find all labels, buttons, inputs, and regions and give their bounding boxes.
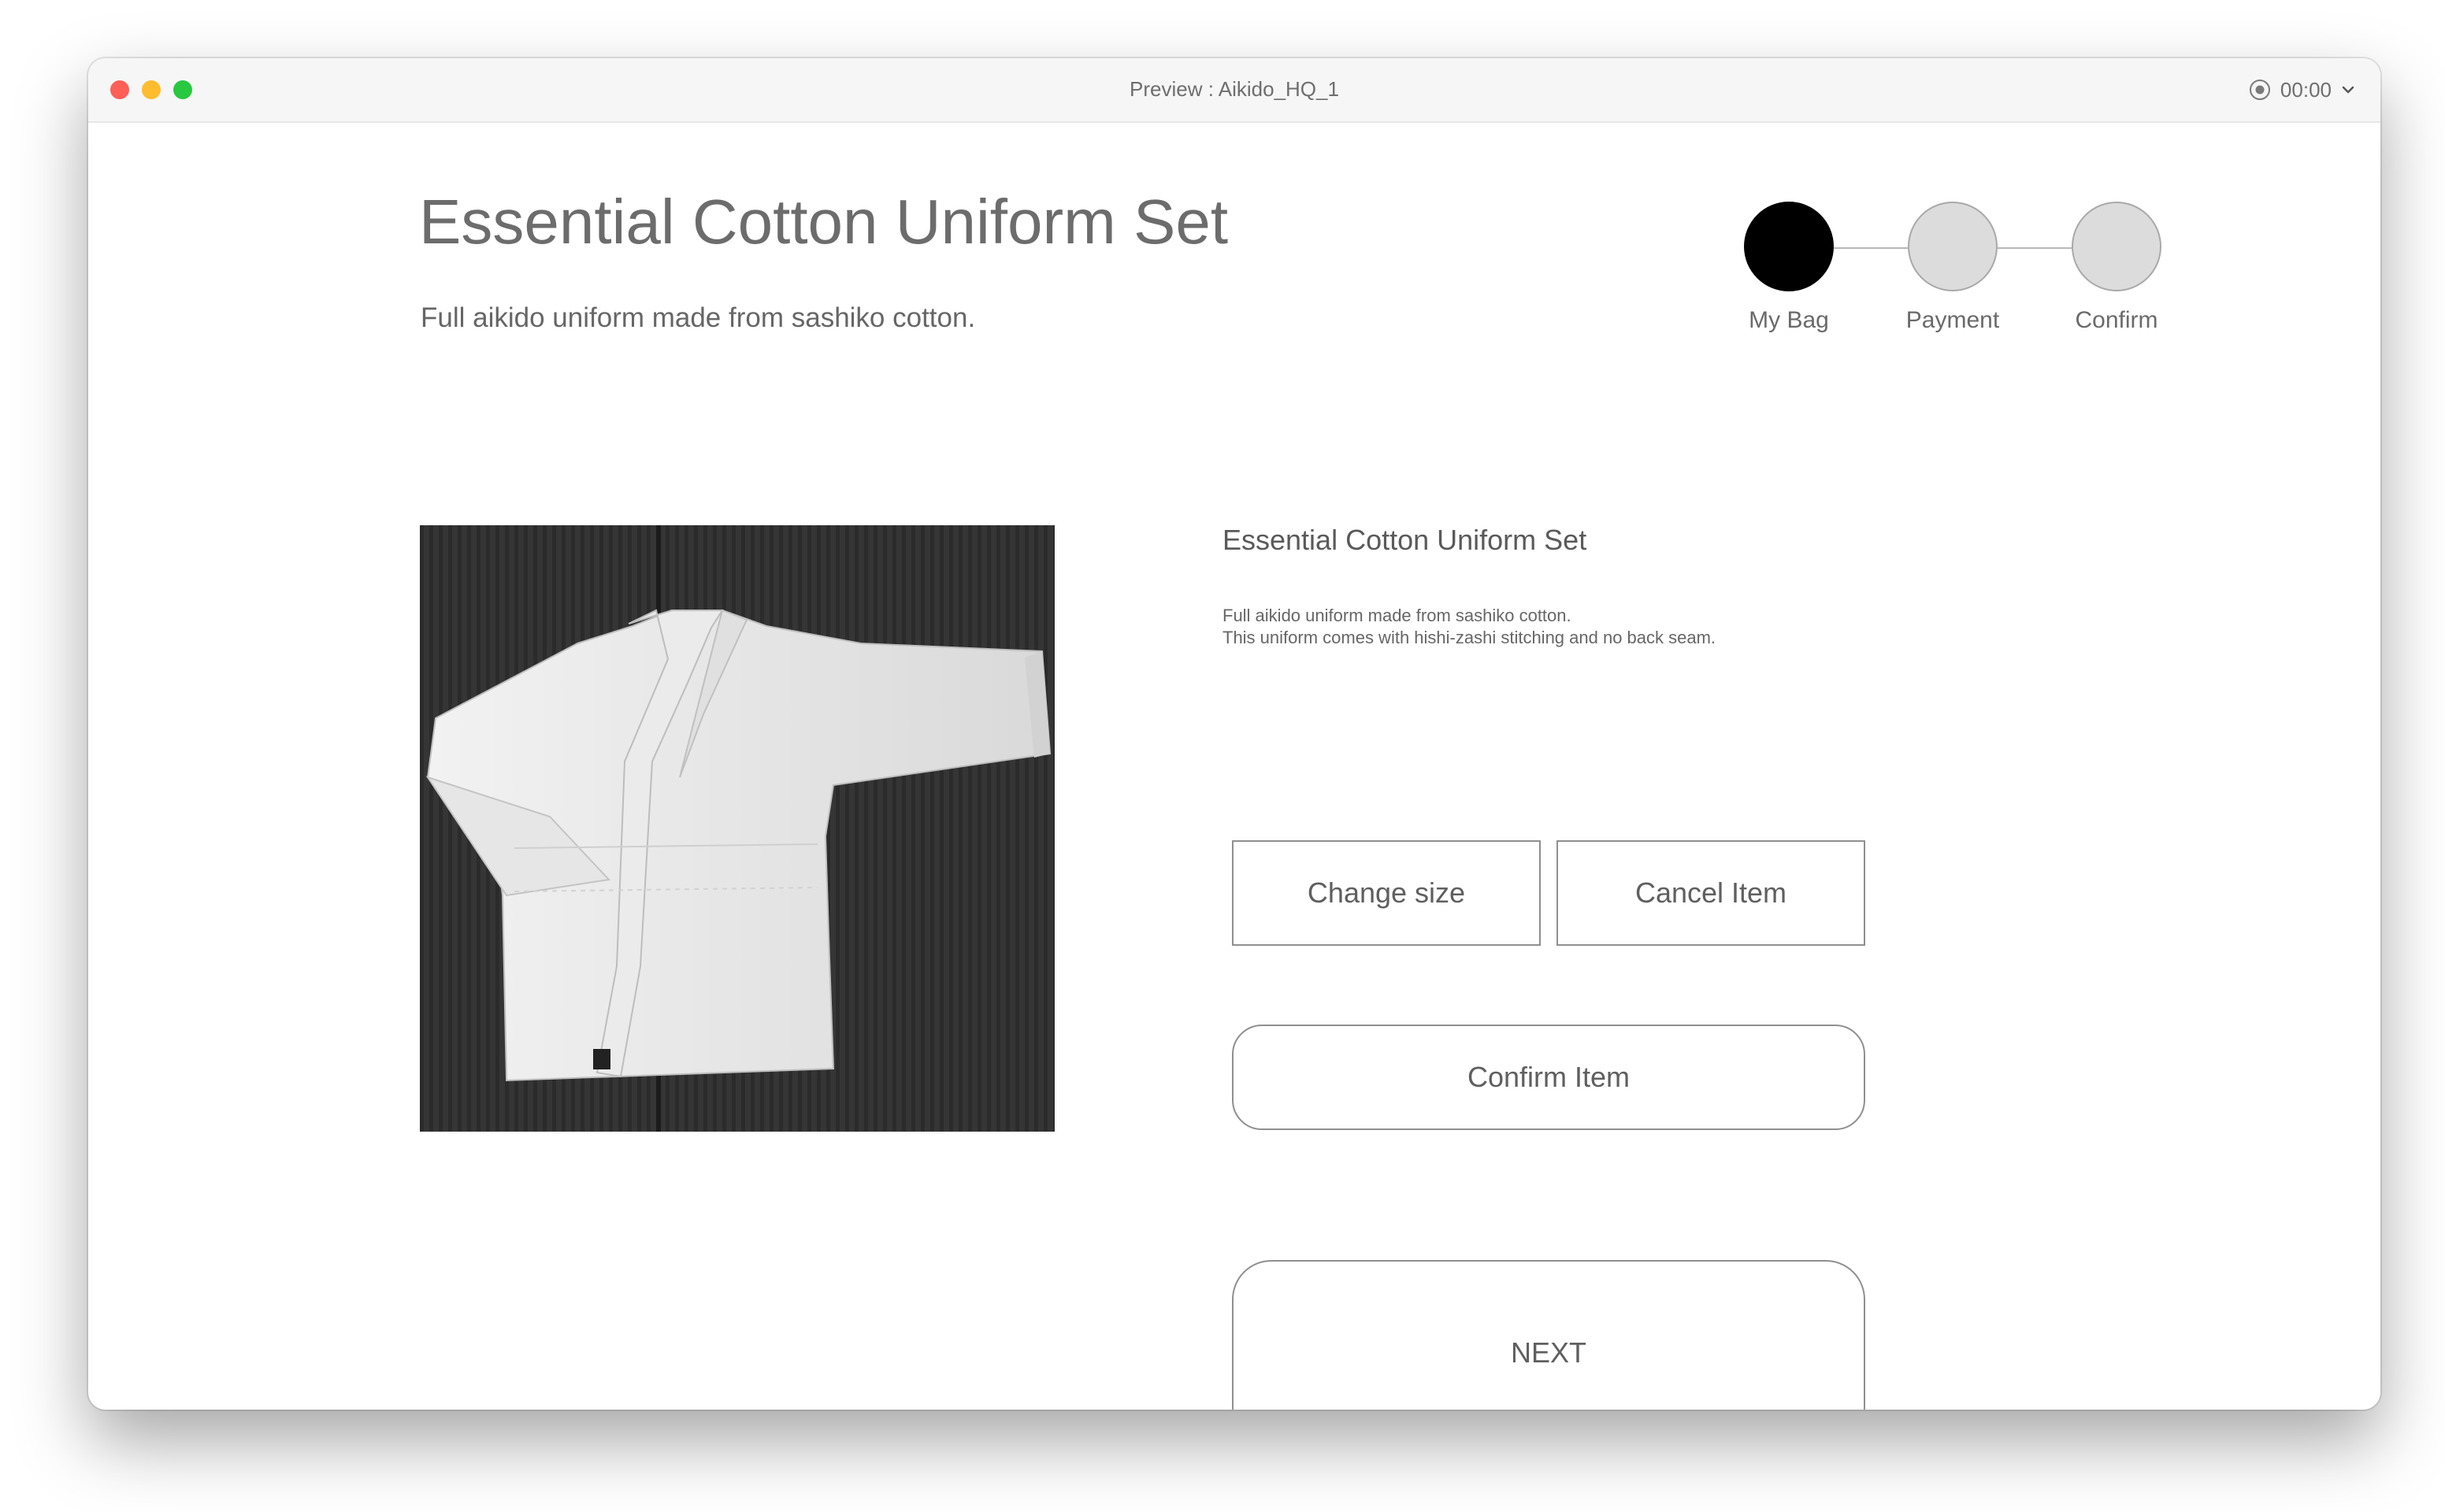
chevron-down-icon[interactable] [2339,81,2357,98]
window-title: Preview : Aikido_HQ_1 [1130,77,1339,101]
step-connector [1998,247,2072,249]
step-my-bag-indicator[interactable] [1744,202,1834,291]
cancel-item-button[interactable]: Cancel Item [1556,840,1865,946]
page-subtitle: Full aikido uniform made from sashiko co… [421,302,976,333]
change-size-button[interactable]: Change size [1232,840,1541,946]
title-bar: Preview : Aikido_HQ_1 00:00 [88,58,2380,123]
product-description-line: This uniform comes with hishi-zashi stit… [1222,628,1716,647]
main-content: Essential Cotton Uniform Set Full aikido… [88,121,2380,1410]
timer-display: 00:00 [2280,77,2332,102]
uniform-jacket-photo [420,525,1055,1132]
step-label-confirm: Confirm [2075,307,2158,333]
product-description: Full aikido uniform made from sashiko co… [1222,605,1716,649]
step-label-payment: Payment [1905,307,2000,333]
recording-control[interactable]: 00:00 [2249,74,2357,106]
step-connector [1834,247,1908,249]
next-button[interactable]: NEXT [1232,1260,1865,1410]
record-icon [2249,80,2270,100]
preview-window: Preview : Aikido_HQ_1 00:00 Essential Co… [88,58,2380,1410]
step-label-my-bag: My Bag [1749,307,1829,333]
product-description-line: Full aikido uniform made from sashiko co… [1222,606,1571,625]
product-name: Essential Cotton Uniform Set [1222,524,1587,556]
product-image [420,525,1055,1132]
confirm-item-button[interactable]: Confirm Item [1232,1025,1865,1130]
step-confirm-indicator[interactable] [2072,202,2161,291]
checkout-stepper: My Bag Payment Confirm [1742,200,2294,342]
page-title: Essential Cotton Uniform Set [419,187,1229,257]
step-payment-indicator[interactable] [1908,202,1998,291]
